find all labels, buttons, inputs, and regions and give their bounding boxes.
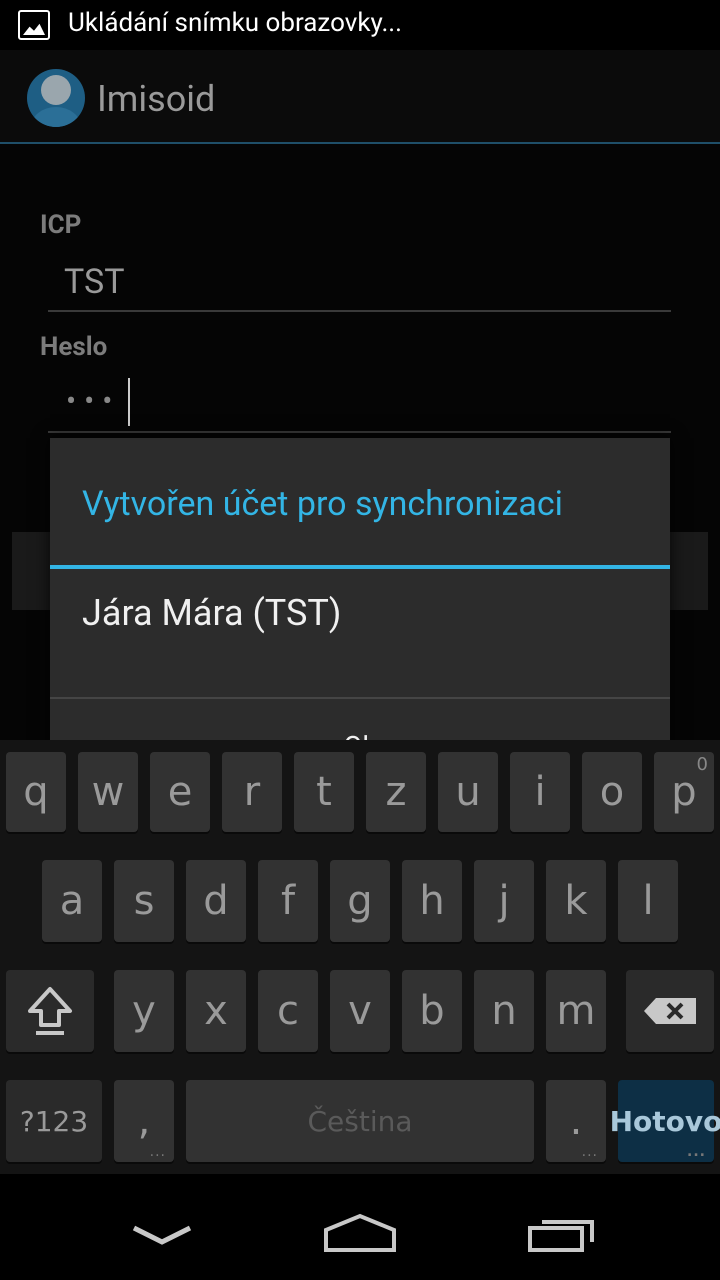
backspace-icon: [644, 998, 696, 1024]
key-r[interactable]: r: [222, 752, 282, 832]
dialog-title: Vytvořen účet pro synchronizaci: [82, 484, 563, 524]
key-g[interactable]: g: [330, 860, 390, 942]
navigation-bar: [0, 1174, 720, 1280]
shift-key[interactable]: [6, 970, 94, 1052]
home-icon[interactable]: [322, 1212, 398, 1254]
key-x[interactable]: x: [186, 970, 246, 1052]
key-p[interactable]: p 0: [654, 752, 714, 832]
app-logo-icon[interactable]: [27, 69, 85, 127]
action-bar: Imisoid: [0, 50, 720, 145]
key-o[interactable]: o: [582, 752, 642, 832]
backspace-key[interactable]: [626, 970, 714, 1052]
icp-label: ICP: [40, 210, 82, 240]
comma-key[interactable]: , ...: [114, 1080, 174, 1162]
key-m[interactable]: m: [546, 970, 606, 1052]
app-title: Imisoid: [97, 78, 216, 120]
key-v[interactable]: v: [330, 970, 390, 1052]
dialog-title-divider: [50, 565, 670, 569]
key-y[interactable]: y: [114, 970, 174, 1052]
key-a[interactable]: a: [42, 860, 102, 942]
space-key[interactable]: Čeština: [186, 1080, 534, 1162]
key-p-hint: 0: [696, 754, 708, 775]
key-u[interactable]: u: [438, 752, 498, 832]
icp-input[interactable]: TST: [64, 262, 125, 302]
key-h[interactable]: h: [402, 860, 462, 942]
key-w[interactable]: w: [78, 752, 138, 832]
key-c[interactable]: c: [258, 970, 318, 1052]
key-d[interactable]: d: [186, 860, 246, 942]
period-key[interactable]: . ...: [546, 1080, 606, 1162]
key-j[interactable]: j: [474, 860, 534, 942]
icp-input-underline: [48, 310, 671, 312]
more-chars-indicator: ...: [149, 1144, 166, 1160]
more-chars-indicator: ...: [687, 1144, 706, 1160]
key-l[interactable]: l: [618, 860, 678, 942]
status-notification-text: Ukládání snímku obrazovky...: [68, 8, 403, 38]
shift-icon: [28, 987, 72, 1035]
recent-apps-icon[interactable]: [526, 1214, 598, 1254]
key-i[interactable]: i: [510, 752, 570, 832]
status-bar: Ukládání snímku obrazovky...: [0, 0, 720, 50]
key-k[interactable]: k: [546, 860, 606, 942]
comma-key-label: ,: [137, 1098, 151, 1144]
key-z[interactable]: z: [366, 752, 426, 832]
password-input[interactable]: •••: [66, 384, 120, 419]
key-n[interactable]: n: [474, 970, 534, 1052]
key-e[interactable]: e: [150, 752, 210, 832]
back-chevron-down-icon[interactable]: [130, 1222, 194, 1248]
key-q[interactable]: q: [6, 752, 66, 832]
key-s[interactable]: s: [114, 860, 174, 942]
key-f[interactable]: f: [258, 860, 318, 942]
period-key-label: .: [569, 1098, 583, 1144]
key-b[interactable]: b: [402, 970, 462, 1052]
soft-keyboard: q w e r t z u i o p 0 a s d f g h j k l …: [0, 740, 720, 1174]
done-key-label: Hotovo: [609, 1104, 720, 1138]
done-key[interactable]: Hotovo ...: [610, 1080, 720, 1162]
password-label: Heslo: [40, 332, 108, 362]
text-cursor: [128, 378, 130, 426]
key-t[interactable]: t: [294, 752, 354, 832]
key-p-label: p: [671, 769, 697, 815]
dialog-message: Jára Mára (TST): [82, 592, 342, 634]
image-icon: [18, 10, 50, 40]
password-input-underline: [48, 431, 671, 433]
symbols-key[interactable]: ?123: [6, 1080, 102, 1162]
more-chars-indicator: ...: [581, 1144, 598, 1160]
